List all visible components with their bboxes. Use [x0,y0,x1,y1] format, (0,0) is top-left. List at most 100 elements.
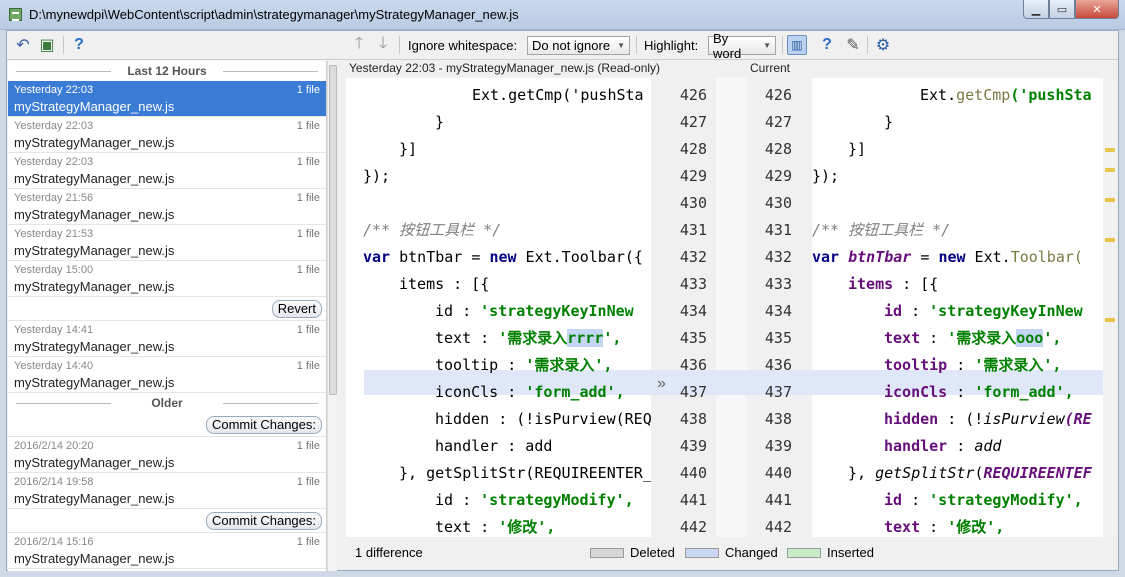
item-time: 2016/2/14 20:20 [14,440,94,452]
minimize-button[interactable]: ▁ [1023,0,1049,19]
code-line: /** 按钮工具栏 */ [812,221,951,239]
item-file: myStrategyManager_new.js [14,375,175,390]
code-line: var btnTbar = new Ext.Toolbar( [812,248,1083,266]
code-line: }); [812,167,840,185]
history-diff-panel: ↶ ▣ ? 🡑 🡓 Ignore whitespace: Do not igno… [6,30,1119,571]
item-count: 1 file [296,264,320,276]
close-button[interactable]: ✕ [1075,0,1119,19]
line-number: 431 [764,221,792,239]
code-line: tooltip : '需求录入', [435,356,613,374]
history-scrollbar[interactable] [327,61,337,571]
history-item[interactable]: Yesterday 21:56 1 file myStrategyManager… [8,189,326,225]
item-time: Yesterday 15:00 [14,264,94,276]
item-time: Yesterday 22:03 [14,84,94,96]
legend-label: Deleted [630,545,675,560]
title-bar: D:\mynewdpi\WebContent\script\admin\stra… [0,0,1125,30]
line-number: 433 [679,275,707,293]
code-line: text : '修改', [435,518,556,536]
app-icon [9,8,22,21]
line-number: 428 [764,140,792,158]
code-line: id : 'strategyKeyInNew [884,302,1083,320]
help-icon[interactable]: ? [69,35,89,55]
stripe-marker[interactable] [1105,148,1115,152]
code-line: id : 'strategyModify', [435,491,634,509]
stripe-marker[interactable] [1105,198,1115,202]
changed-swatch [685,547,719,558]
stripe-marker[interactable] [1105,238,1115,242]
line-number: 440 [764,464,792,482]
item-time: Yesterday 14:40 [14,360,94,372]
difference-count: 1 difference [355,545,423,560]
help-icon[interactable]: ? [817,35,837,55]
item-count: 1 file [296,536,320,548]
line-number: 435 [764,329,792,347]
history-item[interactable]: Yesterday 22:03 1 file myStrategyManager… [8,153,326,189]
code-line: handler : add [435,437,553,455]
commit-changes-button[interactable]: Commit Changes: [205,416,322,434]
revert-button[interactable]: Revert [271,300,322,318]
item-time: Yesterday 21:56 [14,192,94,204]
code-line: /** 按钮工具栏 */ [363,221,502,239]
line-number: 428 [679,140,707,158]
code-line: }); [363,167,391,185]
item-file: myStrategyManager_new.js [14,455,175,470]
line-number: 434 [764,302,792,320]
history-item[interactable]: 2016/2/14 15:16 1 file myStrategyManager… [8,533,326,569]
toolbar-separator [782,36,783,54]
history-item[interactable]: 2016/2/14 19:58 1 file myStrategyManager… [8,473,326,509]
history-item[interactable]: 2016/2/14 20:20 1 file myStrategyManager… [8,437,326,473]
item-file: myStrategyManager_new.js [14,243,175,258]
item-count: 1 file [296,228,320,240]
copy-icon[interactable]: ▣ [37,35,57,55]
code-line: items : [{ [848,275,939,293]
settings-gear-icon[interactable]: ⚙ [873,35,893,55]
error-stripe[interactable] [1103,78,1117,537]
ignore-whitespace-select[interactable]: Do not ignore ▼ [527,36,630,55]
next-diff-icon[interactable]: 🡓 [373,35,393,55]
toolbar-separator [867,36,868,54]
highlight-select[interactable]: By word ▼ [708,31,776,61]
history-item[interactable]: Yesterday 22:03 1 file myStrategyManager… [8,81,326,117]
line-number: 429 [764,167,792,185]
line-number: 440 [679,464,707,482]
code-line: iconCls : 'form_add', [435,383,625,401]
item-file: myStrategyManager_new.js [14,135,175,150]
code-line: Ext.getCmp('pushSta [920,86,1092,104]
chevron-down-icon: ▼ [617,41,625,50]
edit-source-icon[interactable]: ✎ [843,35,863,55]
maximize-button[interactable]: ▭ [1049,0,1075,19]
code-line: Ext.getCmp('pushSta [472,86,644,104]
legend-changed: Changed [685,545,778,560]
code-line: handler : add [884,437,1002,455]
right-editor[interactable]: Ext.getCmp('pushSta } }] }); /** 按钮工具栏 *… [812,78,1103,537]
ignore-whitespace-label: Ignore whitespace: [408,38,518,53]
stripe-marker[interactable] [1105,318,1115,322]
highlight-label: Highlight: [644,38,699,53]
commit-changes-button[interactable]: Commit Changes: [205,512,322,530]
inserted-swatch [787,547,821,558]
history-item[interactable]: Yesterday 14:40 1 file myStrategyManager… [8,357,326,393]
toolbar: ↶ ▣ ? 🡑 🡓 Ignore whitespace: Do not igno… [7,31,1118,61]
toolbar-separator [636,36,637,54]
revert-icon[interactable]: ↶ [13,35,33,55]
prev-diff-icon[interactable]: 🡑 [349,35,369,55]
line-number: 437 [764,383,792,401]
item-file: myStrategyManager_new.js [14,279,175,294]
history-item[interactable]: Yesterday 22:03 1 file myStrategyManager… [8,117,326,153]
scrollbar-thumb[interactable] [329,65,337,395]
history-item[interactable]: Yesterday 14:41 1 file myStrategyManager… [8,321,326,357]
line-number: 439 [679,437,707,455]
side-by-side-toggle[interactable]: ▥ [787,35,807,55]
code-line: iconCls : 'form_add', [884,383,1074,401]
line-number: 434 [679,302,707,320]
stripe-marker[interactable] [1105,168,1115,172]
code-line: }] [399,140,418,158]
item-count: 1 file [296,440,320,452]
code-line: tooltip : '需求录入', [884,356,1062,374]
history-item[interactable]: Yesterday 21:53 1 file myStrategyManager… [8,225,326,261]
group-header-recent: Last 12 Hours [8,61,326,81]
line-number: 437 [679,383,707,401]
deleted-swatch [590,547,624,558]
history-item[interactable]: Yesterday 15:00 1 file myStrategyManager… [8,261,326,297]
left-editor[interactable]: Ext.getCmp('pushSta } }] }); /** 按钮工具栏 *… [346,78,651,537]
